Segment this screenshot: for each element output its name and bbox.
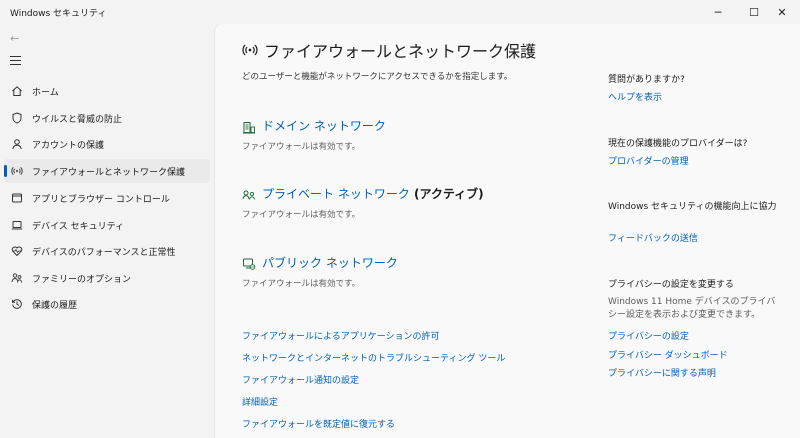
- restore-defaults-link[interactable]: ファイアウォールを既定値に復元する: [242, 417, 395, 430]
- advanced-settings-link[interactable]: 詳細設定: [242, 395, 278, 408]
- privacy-statement-link[interactable]: プライバシーに関する声明: [608, 366, 716, 379]
- public-network-link[interactable]: パブリック ネットワーク: [262, 254, 398, 271]
- app-title: Windows セキュリティ: [10, 9, 107, 19]
- domain-network-link[interactable]: ドメイン ネットワーク: [262, 117, 386, 134]
- improve-heading: Windows セキュリティの機能向上に協力: [608, 202, 777, 212]
- domain-network-icon: [242, 120, 256, 134]
- sidebar-item-label: アプリとブラウザー コントロール: [32, 195, 170, 205]
- app-window-icon: [10, 191, 24, 205]
- sidebar-item-label: デバイスのパフォーマンスと正常性: [32, 248, 176, 258]
- page-description: どのユーザーと機能がネットワークにアクセスできるかを指定します。: [242, 72, 513, 82]
- sidebar-item-protection-history[interactable]: 保護の履歴: [4, 292, 210, 316]
- sidebar-item-home[interactable]: ホーム: [4, 79, 210, 103]
- page-title: ファイアウォールとネットワーク保護: [264, 42, 537, 61]
- back-button[interactable]: ←: [10, 32, 19, 45]
- sidebar-item-label: デバイス セキュリティ: [32, 222, 125, 232]
- sidebar-item-family-options[interactable]: ファミリーのオプション: [4, 266, 210, 290]
- sidebar-item-label: ファイアウォールとネットワーク保護: [32, 168, 186, 178]
- public-network-icon: [242, 256, 256, 270]
- person-icon: [10, 137, 24, 151]
- sidebar-item-label: 保護の履歴: [32, 301, 78, 311]
- sidebar-item-device-performance[interactable]: デバイスのパフォーマンスと正常性: [4, 239, 210, 263]
- allow-app-through-firewall-link[interactable]: ファイアウォールによるアプリケーションの許可: [242, 329, 440, 342]
- home-icon: [10, 84, 24, 98]
- give-feedback-link[interactable]: フィードバックの送信: [608, 231, 698, 244]
- network-name: パブリック ネットワーク: [262, 256, 398, 270]
- active-indicator: [4, 165, 7, 177]
- history-icon: [10, 297, 24, 311]
- privacy-dashboard-link[interactable]: プライバシー ダッシュボード: [608, 348, 728, 361]
- privacy-settings-link[interactable]: プライバシーの設定: [608, 329, 689, 342]
- sidebar-item-app-browser-control[interactable]: アプリとブラウザー コントロール: [4, 186, 210, 210]
- title-bar: Windows セキュリティ ─ ☐ ✕: [0, 0, 800, 24]
- sidebar-item-firewall[interactable]: ファイアウォールとネットワーク保護: [4, 159, 210, 183]
- provider-heading: 現在の保護機能のプロバイダーは?: [608, 139, 748, 149]
- public-network-status: ファイアウォールは有効です。: [242, 279, 361, 289]
- network-name: プライベート ネットワーク: [262, 187, 410, 201]
- network-suffix: (アクティブ): [409, 187, 484, 201]
- private-network-status: ファイアウォールは有効です。: [242, 210, 361, 220]
- heart-pulse-icon: [10, 244, 24, 258]
- get-help-link[interactable]: ヘルプを表示: [608, 90, 662, 103]
- firewall-notification-settings-link[interactable]: ファイアウォール通知の設定: [242, 373, 359, 386]
- main-content: ファイアウォールとネットワーク保護 どのユーザーと機能がネットワークにアクセスで…: [214, 24, 800, 438]
- family-icon: [10, 271, 24, 285]
- sidebar-item-virus-protection[interactable]: ウイルスと脅威の防止: [4, 106, 210, 130]
- network-name: ドメイン ネットワーク: [262, 119, 386, 133]
- close-button[interactable]: ✕: [764, 0, 800, 24]
- private-network-icon: [242, 187, 256, 201]
- domain-network-status: ファイアウォールは有効です。: [242, 142, 361, 152]
- sidebar-item-label: ウイルスと脅威の防止: [32, 115, 123, 125]
- hamburger-menu-icon[interactable]: [10, 56, 22, 68]
- antenna-icon: [10, 164, 24, 178]
- sidebar-item-device-security[interactable]: デバイス セキュリティ: [4, 213, 210, 237]
- laptop-icon: [10, 218, 24, 232]
- sidebar-item-label: ファミリーのオプション: [32, 275, 132, 285]
- sidebar: ← ホーム ウイルスと脅威の防止 アカウントの保護 ファイアウォールとネットワー…: [0, 24, 214, 438]
- help-heading: 質問がありますか?: [608, 75, 685, 85]
- privacy-description: Windows 11 Home デバイスのプライバシー設定を表示および変更できま…: [608, 297, 776, 320]
- sidebar-item-account-protection[interactable]: アカウントの保護: [4, 132, 210, 156]
- sidebar-item-label: ホーム: [32, 88, 59, 98]
- privacy-heading: プライバシーの設定を変更する: [608, 280, 734, 290]
- network-troubleshooter-link[interactable]: ネットワークとインターネットのトラブルシューティング ツール: [242, 351, 505, 364]
- minimize-button[interactable]: ─: [700, 0, 736, 24]
- antenna-icon: [242, 42, 258, 58]
- shield-icon: [10, 111, 24, 125]
- private-network-link[interactable]: プライベート ネットワーク (アクティブ): [262, 185, 484, 202]
- manage-providers-link[interactable]: プロバイダーの管理: [608, 154, 689, 167]
- sidebar-item-label: アカウントの保護: [32, 141, 105, 151]
